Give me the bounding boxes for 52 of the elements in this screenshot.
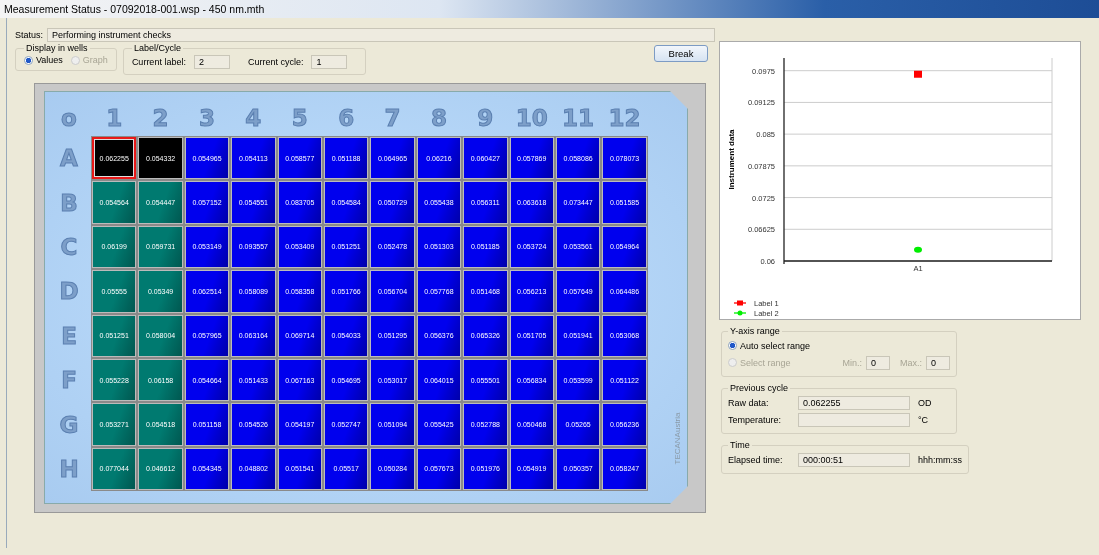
- field-label: Current cycle:: [247, 57, 304, 67]
- column-header: 7: [383, 104, 402, 133]
- field-label: Current label:: [131, 57, 186, 67]
- radio-button[interactable]: Auto select range: [728, 340, 811, 351]
- row-header: C: [59, 232, 79, 262]
- column-header: 9: [476, 104, 495, 133]
- legend-marker-icon: [733, 310, 747, 316]
- unit-label: hhh:mm:ss: [918, 454, 962, 465]
- group-title: Display in wells: [25, 43, 89, 53]
- brand-text: TECANAustria: [672, 412, 682, 464]
- field-label: Min.:: [842, 357, 862, 368]
- radio-button[interactable]: Values: [24, 55, 63, 65]
- row-header: A: [59, 144, 79, 174]
- column-header: 8: [429, 104, 448, 133]
- group-title: Label/Cycle: [132, 43, 182, 53]
- field-label: Temperature:: [728, 414, 783, 425]
- readonly-field: 000:00:51: [798, 452, 910, 467]
- field-label: Raw data:: [728, 397, 770, 408]
- field-label: Max.:: [900, 357, 922, 368]
- column-header: 5: [290, 104, 309, 133]
- group-title: Y-axis range: [729, 326, 781, 336]
- min-field[interactable]: 0: [866, 355, 890, 370]
- column-header: 12: [607, 104, 642, 133]
- column-header: 1: [105, 104, 124, 133]
- readonly-field: 0.062255: [798, 395, 910, 410]
- unit-label: °C: [918, 414, 929, 425]
- group-title: Previous cycle: [729, 383, 790, 393]
- break-button[interactable]: Break: [654, 45, 708, 62]
- row-header: D: [58, 277, 80, 307]
- unit-label: OD: [918, 397, 932, 408]
- group-title: Time: [729, 440, 751, 450]
- column-header: 10: [514, 104, 549, 133]
- row-header: E: [60, 321, 78, 351]
- field-label: Elapsed time:: [728, 454, 784, 465]
- row-header: F: [60, 366, 78, 396]
- legend-marker-icon: [733, 300, 747, 306]
- row-header: B: [59, 188, 79, 218]
- status-field: Performing instrument checks: [47, 28, 715, 42]
- column-header: 3: [197, 104, 216, 133]
- column-header: 2: [151, 104, 170, 133]
- column-header: 11: [561, 104, 596, 133]
- readonly-field: 1: [311, 55, 348, 69]
- column-header: 4: [244, 104, 263, 133]
- row-header: G: [58, 410, 80, 440]
- status-label: Status:: [15, 30, 43, 40]
- corner-label: o: [60, 104, 78, 133]
- readonly-field: 2: [193, 55, 230, 69]
- column-header: 6: [337, 104, 356, 133]
- axis-title: Instrument data: [727, 129, 736, 190]
- max-field[interactable]: 0: [926, 355, 950, 370]
- window-title: Measurement Status - 07092018-001.wsp - 450 nm.mth: [4, 3, 265, 15]
- row-header: H: [58, 454, 80, 484]
